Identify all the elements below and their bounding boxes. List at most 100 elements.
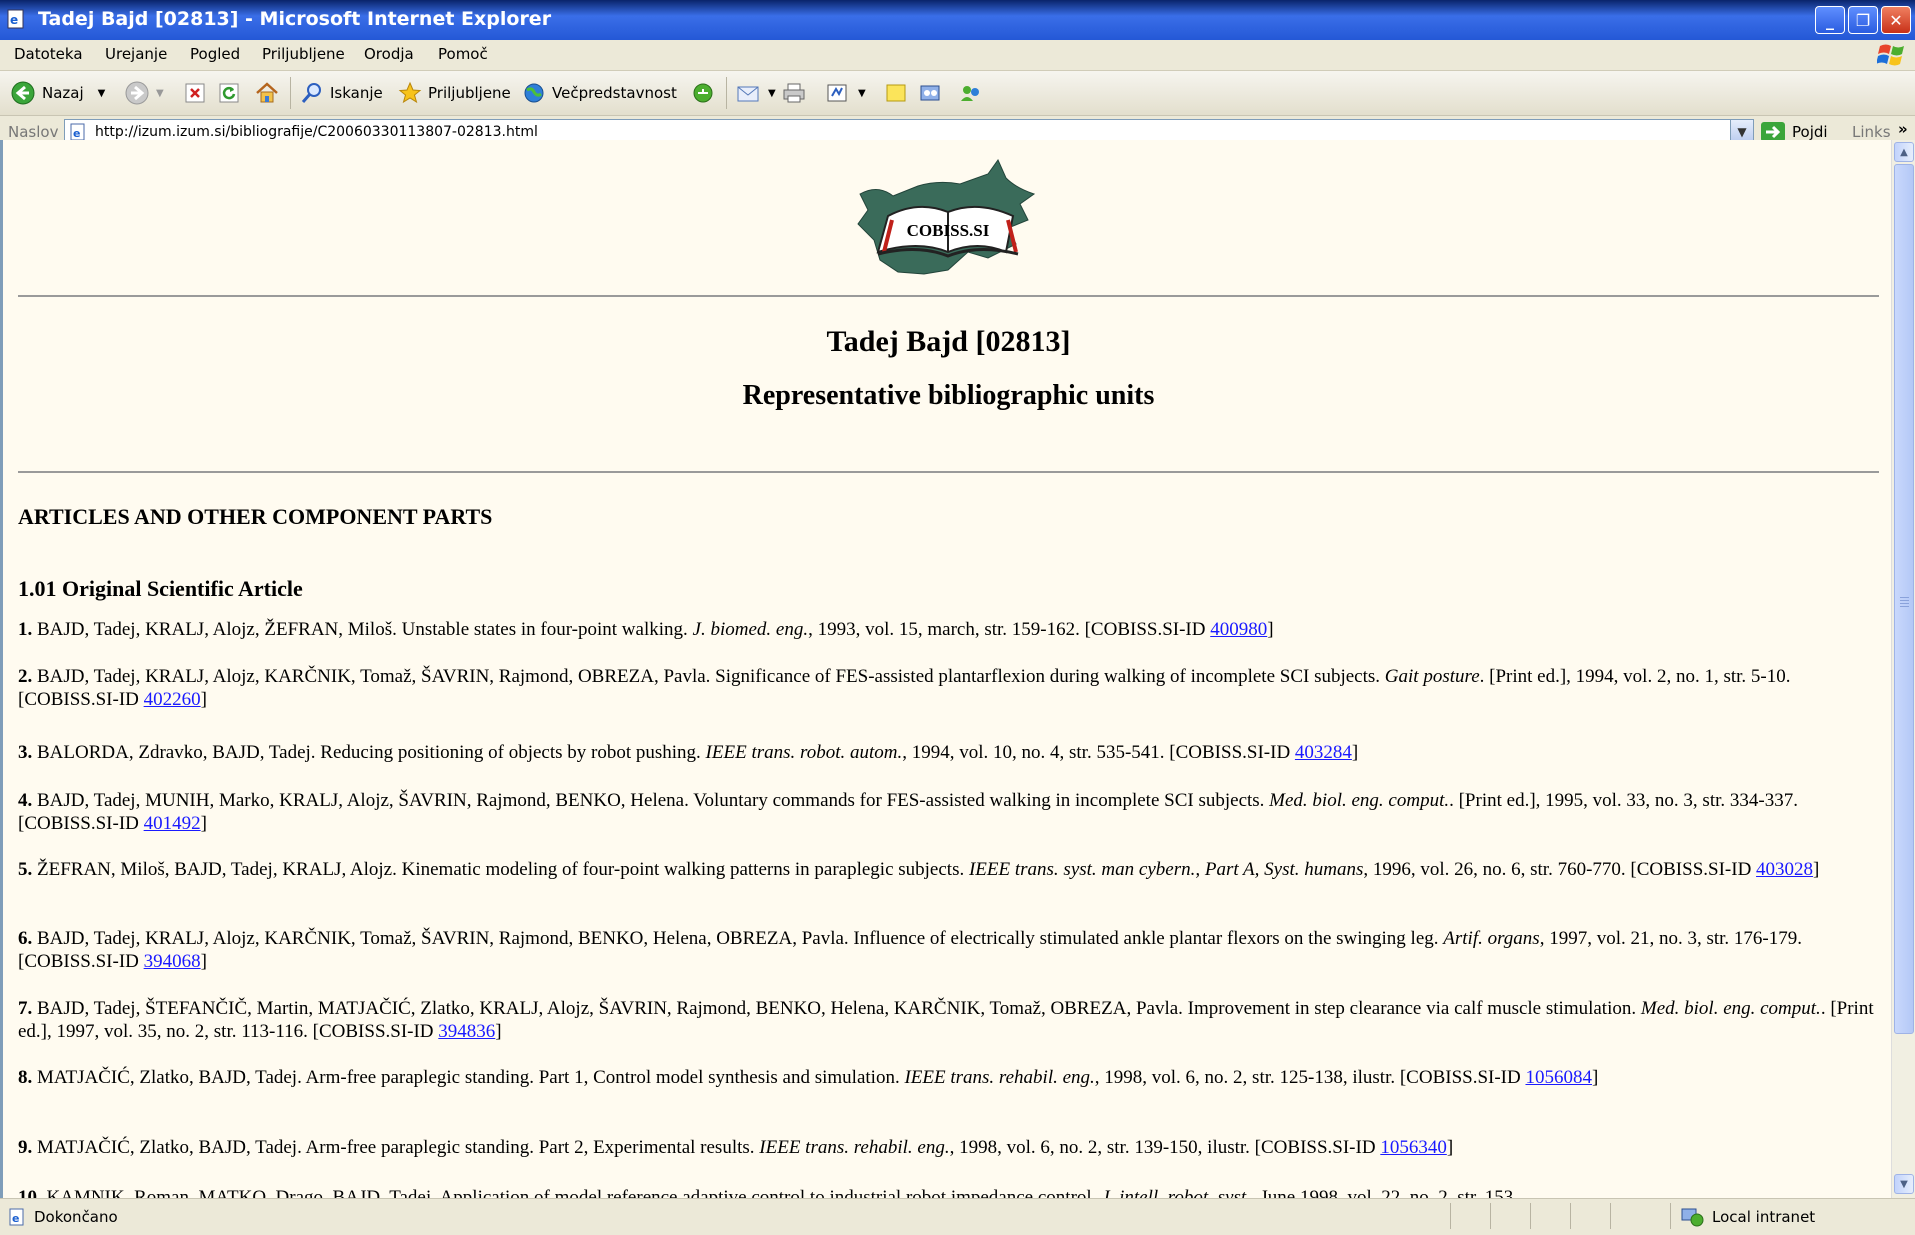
grip-icon [1900,597,1909,598]
print-button[interactable] [782,79,814,107]
entry-number: 4. [18,790,33,811]
cobiss-id-link[interactable]: 1056084 [1525,1067,1592,1088]
window-controls: _ ❐ ✕ [1815,6,1911,34]
menu-item-pomoc[interactable]: Pomoč [436,43,490,65]
intranet-icon [1681,1208,1704,1227]
entry-journal: IEEE trans. rehabil. eng. [759,1137,950,1158]
mail-dropdown-icon[interactable]: ▼ [768,88,776,99]
page-content: COBISS.SI Tadej Bajd [02813] Representat… [0,140,1891,1198]
scroll-down-icon[interactable]: ▼ [1894,1174,1914,1194]
media-globe-icon [524,83,544,103]
svg-text:e: e [12,1212,19,1225]
entry-authors-title: BAJD, Tadej, KRALJ, Alojz, KARČNIK, Toma… [37,928,1444,949]
refresh-button[interactable] [218,79,246,107]
cobiss-id-link[interactable]: 394836 [438,1021,495,1042]
entry-journal: Gait posture [1384,666,1480,687]
status-divider [1570,1203,1571,1229]
print-icon [783,83,805,103]
cobiss-id-link[interactable]: 394068 [144,951,201,972]
menu-item-priljubljene[interactable]: Priljubljene [260,43,347,65]
back-dropdown-icon[interactable]: ▼ [98,88,106,99]
edit-dropdown-icon[interactable]: ▼ [858,88,866,99]
close-button[interactable]: ✕ [1881,6,1911,34]
entry-end: ] [1351,742,1359,763]
bibliography-entry: 5. ŽEFRAN, Miloš, BAJD, Tadej, KRALJ, Al… [18,858,1878,881]
menu-bar: Datoteka Urejanje Pogled Priljubljene Or… [0,40,1915,71]
restore-button[interactable]: ❐ [1848,6,1878,34]
stop-icon [185,83,205,103]
forward-arrow-icon [125,81,149,105]
note-icon [886,84,906,102]
window-title: Tadej Bajd [02813] - Microsoft Internet … [38,8,552,30]
scroll-thumb[interactable] [1894,164,1914,1034]
links-button[interactable]: Links [1852,123,1891,141]
media-button[interactable]: Večpredstavnost [522,79,677,107]
links-chevron-icon[interactable]: » [1898,120,1908,138]
entry-details: , 1998, vol. 6, no. 2, str. 125-138, ilu… [1094,1067,1526,1088]
bibliography-entry: 8. MATJAČIĆ, Zlatko, BAJD, Tadej. Arm-fr… [18,1066,1878,1089]
status-divider [1530,1203,1531,1229]
bibliography-entry: 7. BAJD, Tadej, ŠTEFANČIČ, Martin, MATJA… [18,997,1878,1043]
zone-text: Local intranet [1712,1208,1816,1226]
cobiss-id-link[interactable]: 403284 [1295,742,1352,763]
home-button[interactable] [254,79,286,107]
scroll-up-icon[interactable]: ▲ [1894,142,1914,162]
entry-journal: Med. biol. eng. comput. [1640,998,1821,1019]
address-url: http://izum.izum.si/bibliografije/C20060… [95,124,538,140]
entry-details: , 1996, vol. 26, no. 6, str. 760-770. [C… [1363,859,1757,880]
entry-end: ] [200,951,207,972]
entry-end: ] [200,813,207,834]
media-label: Večpredstavnost [552,84,677,102]
minimize-button[interactable]: _ [1815,6,1845,34]
favorites-button[interactable]: Priljubljene [398,79,511,107]
entry-authors-title: ŽEFRAN, Miloš, BAJD, Tadej, KRALJ, Alojz… [37,859,969,880]
entry-journal: J. intell. robot. syst. [1101,1187,1251,1198]
entry-authors-title: BAJD, Tadej, KRALJ, Alojz, ŽEFRAN, Miloš… [37,619,693,640]
bibliography-entry: 3. BALORDA, Zdravko, BAJD, Tadej. Reduci… [18,741,1878,764]
status-bar: e Dokončano Local intranet [0,1198,1915,1235]
menu-item-datoteka[interactable]: Datoteka [12,43,85,65]
search-icon [301,83,321,103]
bibliography-entry: 2. BAJD, Tadej, KRALJ, Alojz, KARČNIK, T… [18,665,1878,711]
cobiss-id-link[interactable]: 1056340 [1380,1137,1447,1158]
done-page-icon: e [9,1208,24,1226]
discuss-button[interactable] [884,79,914,107]
entry-number: 6. [18,928,33,949]
cobiss-id-link[interactable]: 402260 [144,689,201,710]
stop-button[interactable] [184,79,212,107]
entry-end: ] [1813,859,1820,880]
cobiss-id-link[interactable]: 403028 [1756,859,1813,880]
logo-text: COBISS.SI [907,221,990,240]
ie-page-icon: e [7,9,24,29]
entry-number: 7. [18,998,33,1019]
messenger-button[interactable] [958,79,990,107]
forward-dropdown-icon[interactable]: ▼ [156,88,164,99]
vertical-scrollbar[interactable]: ▲ ▼ [1891,140,1915,1198]
menu-item-urejanje[interactable]: Urejanje [103,43,169,65]
cobiss-id-link[interactable]: 401492 [144,813,201,834]
status-divider [1450,1203,1451,1229]
bibliography-entry: 9. MATJAČIĆ, Zlatko, BAJD, Tadej. Arm-fr… [18,1136,1878,1159]
mail-button[interactable]: ▼ [736,79,776,107]
divider [18,295,1879,297]
entry-number: 1. [18,619,33,640]
toolbar-separator [290,77,291,109]
search-button[interactable]: Iskanje [300,79,383,107]
entry-authors-title: BAJD, Tadej, KRALJ, Alojz, KARČNIK, Toma… [37,666,1385,687]
entry-number: 10. [18,1187,42,1198]
cobiss-id-link[interactable]: 400980 [1210,619,1267,640]
menu-item-orodja[interactable]: Orodja [362,43,416,65]
home-icon [256,82,278,103]
forward-button[interactable]: ▼ [124,79,164,107]
entry-end: ] [495,1021,502,1042]
back-button[interactable]: Nazaj ▼ [10,79,105,107]
history-icon [693,83,713,103]
edit-button[interactable]: ▼ [826,79,866,107]
research-button[interactable] [918,79,950,107]
history-button[interactable] [690,79,722,107]
status-divider [1490,1203,1491,1229]
cobiss-logo: COBISS.SI [857,158,1036,275]
menu-item-pogled[interactable]: Pogled [188,43,242,65]
search-label: Iskanje [330,84,383,102]
edit-document-icon [827,84,847,102]
